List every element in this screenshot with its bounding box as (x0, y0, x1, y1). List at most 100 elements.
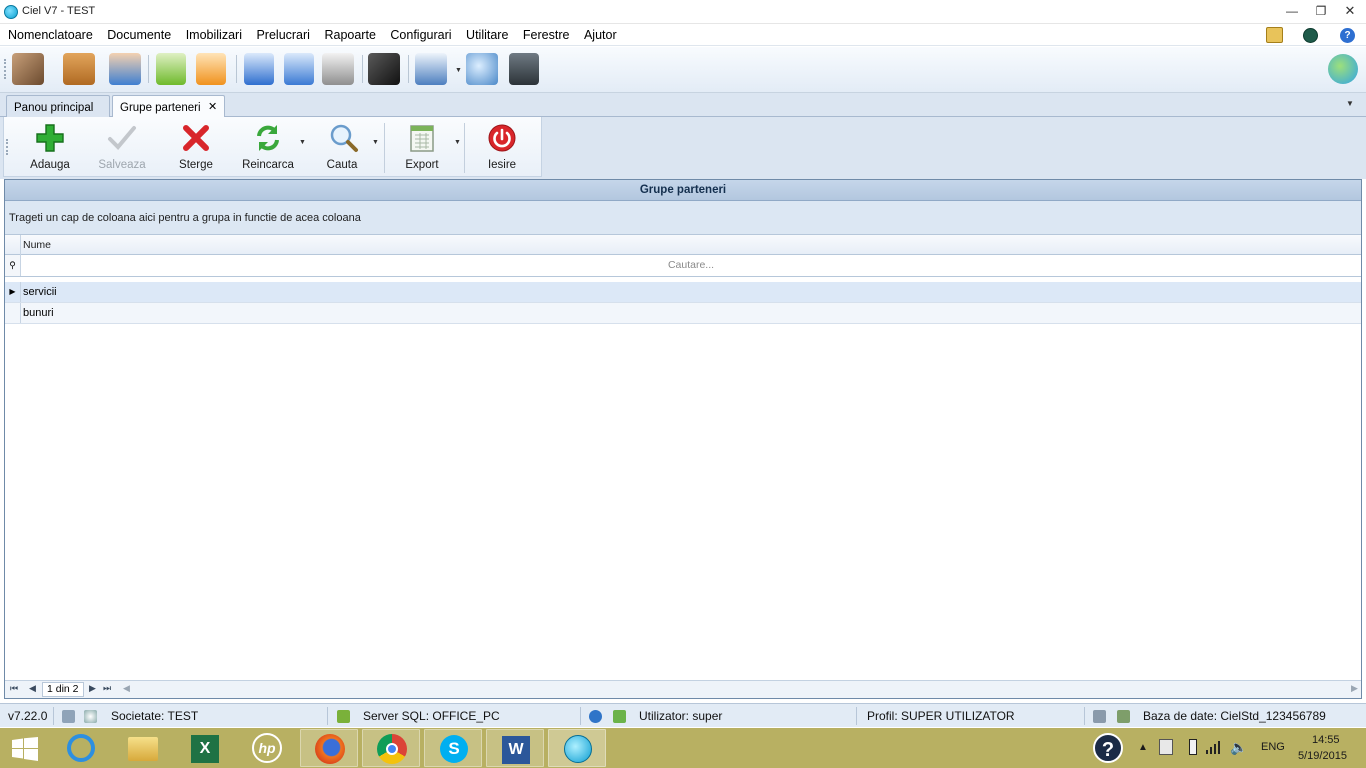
skype-taskbar-item[interactable]: S (424, 729, 482, 767)
first-page-icon[interactable]: ⏮ (10, 683, 18, 694)
status-separator (580, 707, 581, 725)
printer-icon[interactable] (415, 53, 447, 85)
tab-grupe-parteneri[interactable]: Grupe parteneri ✕ (112, 95, 225, 118)
filter-row: ⚲ Cautare... (5, 255, 1361, 277)
group-by-panel[interactable]: Trageti un cap de coloana aici pentru a … (5, 201, 1361, 235)
toolbar-separator (408, 55, 409, 83)
refresh-circle-icon[interactable] (1303, 28, 1318, 43)
clock-date[interactable]: 5/19/2015 (1298, 750, 1347, 762)
battery-icon[interactable] (1189, 739, 1197, 755)
menu-prelucrari[interactable]: Prelucrari (256, 28, 310, 42)
restore-button[interactable]: ❐ (1309, 2, 1333, 22)
transfer-orange-icon[interactable] (196, 53, 226, 85)
skype-icon: S (440, 735, 468, 763)
tabs-overflow-chevron-icon[interactable]: ▼ (1346, 99, 1354, 108)
internet-explorer-taskbar-item[interactable] (52, 729, 110, 767)
firefox-icon (315, 734, 345, 764)
scroll-right-icon[interactable]: ▶ (1351, 683, 1358, 694)
sync-blue-icon[interactable] (284, 53, 314, 85)
card-reader-icon[interactable] (368, 53, 400, 85)
search-dropdown-arrow-icon[interactable]: ▼ (372, 139, 379, 146)
reload-button[interactable]: Reincarca ▼ (236, 117, 308, 175)
last-page-icon[interactable]: ⏭ (103, 683, 111, 694)
toolbar-grip[interactable] (4, 59, 7, 79)
menu-nomenclatoare[interactable]: Nomenclatoare (8, 28, 93, 42)
search-filter-input[interactable]: Cautare... (21, 259, 1361, 271)
save-button[interactable]: Salveaza (90, 117, 154, 175)
table-row[interactable]: ▶ servicii (5, 282, 1361, 303)
database-stack-icon (1117, 710, 1130, 723)
firefox-taskbar-item[interactable] (300, 729, 358, 767)
reload-dropdown-arrow-icon[interactable]: ▼ (299, 139, 306, 146)
partner-groups-grid: Grupe parteneri Trageti un cap de coloan… (4, 179, 1362, 699)
close-window-button[interactable]: ✕ (1338, 2, 1362, 22)
users-icon[interactable] (109, 53, 141, 85)
column-header-row: Nume (5, 235, 1361, 255)
table-row[interactable]: bunuri (5, 303, 1361, 324)
delete-button[interactable]: Sterge (164, 117, 228, 175)
cell-nume: bunuri (23, 307, 54, 319)
word-taskbar-item[interactable]: W (486, 729, 544, 767)
menu-ferestre[interactable]: Ferestre (523, 28, 570, 42)
status-bar: v7.22.0 Societate: TEST Server SQL: OFFI… (0, 703, 1366, 727)
add-button[interactable]: Adauga (18, 117, 82, 175)
language-indicator[interactable]: ENG (1261, 741, 1285, 753)
version-text: v7.22.0 (8, 709, 48, 723)
clock-time[interactable]: 14:55 (1312, 734, 1340, 746)
magnifier-icon (330, 124, 358, 152)
chat-bubbles-icon[interactable] (1328, 54, 1358, 84)
search-button[interactable]: Cauta ▼ (314, 117, 382, 175)
flag-alert-icon[interactable] (1159, 739, 1173, 755)
menu-rapoarte[interactable]: Rapoarte (324, 28, 375, 42)
menu-ajutor[interactable]: Ajutor (584, 28, 617, 42)
printer-dropdown-arrow-icon[interactable]: ▼ (455, 67, 462, 74)
help-icon[interactable]: ? (1340, 28, 1355, 43)
toolbar-separator (236, 55, 237, 83)
search-label: Cauta (326, 159, 358, 171)
next-page-icon[interactable]: ▶ (89, 683, 96, 694)
file-explorer-taskbar-item[interactable] (114, 729, 172, 767)
volume-speaker-icon[interactable]: 🔈 (1230, 739, 1247, 756)
menu-utilitare[interactable]: Utilitare (466, 28, 508, 42)
column-header-nume[interactable]: Nume (23, 239, 51, 251)
excel-taskbar-item[interactable]: X (176, 729, 234, 767)
chrome-icon (377, 734, 407, 764)
tab-label: Grupe parteneri (120, 102, 201, 114)
ribbon-separator (464, 123, 465, 173)
menu-documente[interactable]: Documente (107, 28, 171, 42)
cash-register-icon[interactable] (322, 53, 354, 85)
help-question-icon[interactable]: ? (1093, 733, 1123, 763)
inventory-box-icon[interactable] (63, 53, 95, 85)
minimize-button[interactable]: — (1280, 2, 1304, 22)
settings-tools-icon[interactable] (1266, 27, 1283, 43)
download-green-icon[interactable] (156, 53, 186, 85)
calculator-icon[interactable] (509, 53, 539, 85)
partners-handshake-icon[interactable] (12, 53, 44, 85)
tab-panou-principal[interactable]: Panou principal (6, 95, 110, 117)
ciel-taskbar-item[interactable] (548, 729, 606, 767)
connection-arrows-icon (62, 710, 75, 723)
chrome-taskbar-item[interactable] (362, 729, 420, 767)
menu-configurari[interactable]: Configurari (390, 28, 451, 42)
exit-button[interactable]: Iesire (470, 117, 534, 175)
print-preview-icon[interactable] (466, 53, 498, 85)
ribbon-grip[interactable] (6, 139, 9, 155)
upload-blue-icon[interactable] (244, 53, 274, 85)
ribbon-panel: Adauga Salveaza Sterge Reincarca ▼ Cauta… (3, 117, 542, 177)
start-button[interactable] (0, 729, 50, 767)
tab-close-icon[interactable]: ✕ (208, 100, 217, 113)
exit-label: Iesire (487, 159, 517, 171)
export-spreadsheet-icon (410, 125, 434, 152)
menu-imobilizari[interactable]: Imobilizari (186, 28, 242, 42)
toolbar-separator (148, 55, 149, 83)
hp-taskbar-item[interactable]: hp (238, 729, 296, 767)
export-dropdown-arrow-icon[interactable]: ▼ (454, 139, 461, 146)
window-title: Ciel V7 - TEST (22, 5, 96, 17)
prev-page-icon[interactable]: ◀ (29, 683, 36, 694)
export-button[interactable]: Export ▼ (392, 117, 464, 175)
network-signal-icon[interactable] (1206, 740, 1222, 754)
ribbon-separator (384, 123, 385, 173)
scroll-left-icon[interactable]: ◀ (123, 683, 130, 694)
menu-bar: Nomenclatoare Documente Imobilizari Prel… (0, 24, 1366, 46)
show-hidden-icons-chevron-icon[interactable]: ▲ (1138, 742, 1148, 753)
